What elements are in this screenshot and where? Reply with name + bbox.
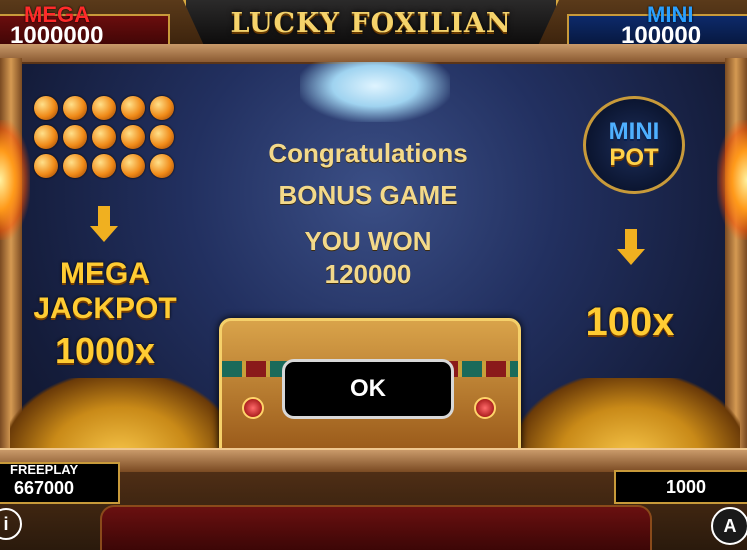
mini-pot-badge-icon: MINI POT (583, 96, 685, 194)
orb-icon (150, 96, 174, 120)
orb-icon (121, 96, 145, 120)
orb-icon (150, 154, 174, 178)
freeplay-label: FREEPLAY (10, 462, 79, 477)
bonus-game-text: BONUS GAME (278, 180, 458, 210)
bet-display[interactable]: 1000 (614, 470, 747, 504)
orb-icon (92, 125, 116, 149)
gem-icon (242, 397, 264, 419)
arrow-down-icon (617, 229, 645, 265)
right-torch-icon (717, 120, 747, 240)
game-scene: MEGA 1000000 LUCKY FOXILIAN MINI 100000 … (0, 0, 747, 550)
left-torch-icon (0, 120, 30, 240)
orb-icon (150, 125, 174, 149)
gold-coin-pile-icon (520, 378, 740, 458)
arrow-down-icon (90, 206, 118, 242)
mini-pot-badge-line2: POT (609, 144, 659, 171)
bet-value: 1000 (666, 477, 707, 497)
orb-icon (121, 154, 145, 178)
gold-coin-pile-icon (10, 378, 230, 458)
mega-label: MEGA (60, 257, 150, 290)
autoplay-button[interactable]: A (711, 507, 747, 545)
win-amount: 120000 (324, 259, 412, 289)
orb-icon (63, 125, 87, 149)
you-won-text: YOU WON (304, 226, 432, 256)
stone-ledge (0, 44, 747, 64)
orb-icon (34, 125, 58, 149)
orb-icon (34, 154, 58, 178)
orb-icon (63, 154, 87, 178)
gem-icon (474, 397, 496, 419)
orb-icon (34, 96, 58, 120)
mini-multiplier: 100x (585, 300, 675, 344)
freeplay-value: 667000 (14, 478, 75, 498)
freeplay-display: FREEPLAY 667000 (0, 462, 120, 504)
mega-multiplier: 1000x (54, 330, 156, 371)
game-title: LUCKY FOXILIAN (230, 7, 512, 39)
congrats-text: Congratulations (268, 138, 468, 168)
orb-icon (121, 125, 145, 149)
jackpot-label: JACKPOT (33, 292, 177, 325)
ok-button[interactable]: OK (282, 359, 454, 419)
orb-icon (63, 96, 87, 120)
orb-icon (92, 96, 116, 120)
skylight-glow (300, 62, 450, 122)
orb-icon (92, 154, 116, 178)
mega-orb-grid (34, 96, 174, 178)
mini-pot-badge-line1: MINI (608, 118, 660, 145)
game-title-plate: LUCKY FOXILIAN (183, 0, 559, 49)
autoplay-icon: A (723, 516, 737, 536)
bottom-control-bar (100, 505, 652, 550)
info-icon: i (3, 514, 9, 534)
